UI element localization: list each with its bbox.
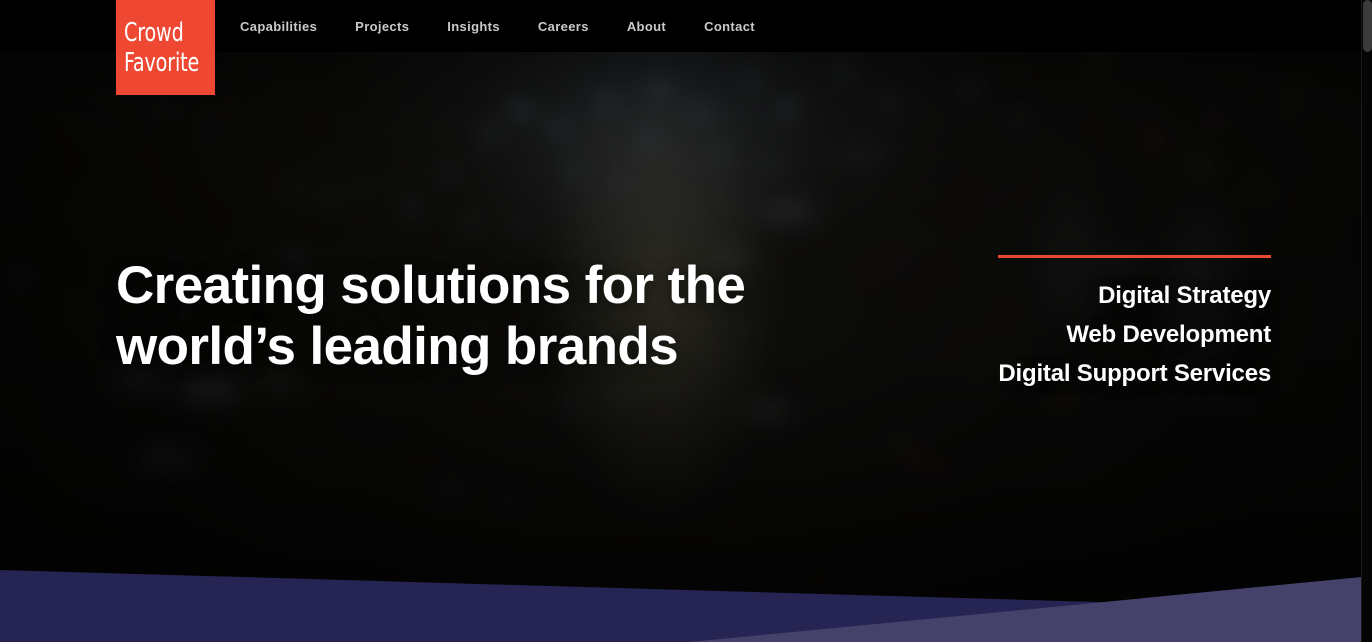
service-item-digital-support-services[interactable]: Digital Support Services [998,354,1271,393]
nav-item-contact[interactable]: Contact [704,19,755,34]
nav-item-careers[interactable]: Careers [538,19,589,34]
nav-item-about[interactable]: About [627,19,666,34]
hero-headline: Creating solutions for the world’s leadi… [116,256,746,376]
logo-line-two: Favorite [124,47,200,78]
logo-line-one: Crowd [124,17,184,48]
services-accent-rule [998,255,1271,258]
main-nav: Capabilities Projects Insights Careers A… [240,0,755,52]
nav-item-insights[interactable]: Insights [447,19,500,34]
service-item-digital-strategy[interactable]: Digital Strategy [998,276,1271,315]
nav-item-projects[interactable]: Projects [355,19,409,34]
site-logo-crowd-favorite[interactable]: Crowd Favorite [116,0,215,95]
page-scrollbar[interactable] [1361,0,1372,642]
nav-item-capabilities[interactable]: Capabilities [240,19,317,34]
browser-viewport: Crowd Favorite Capabilities Projects Ins… [0,0,1372,642]
scrollbar-thumb[interactable] [1363,0,1372,52]
service-item-web-development[interactable]: Web Development [998,315,1271,354]
hero-services-list: Digital Strategy Web Development Digital… [998,255,1271,393]
